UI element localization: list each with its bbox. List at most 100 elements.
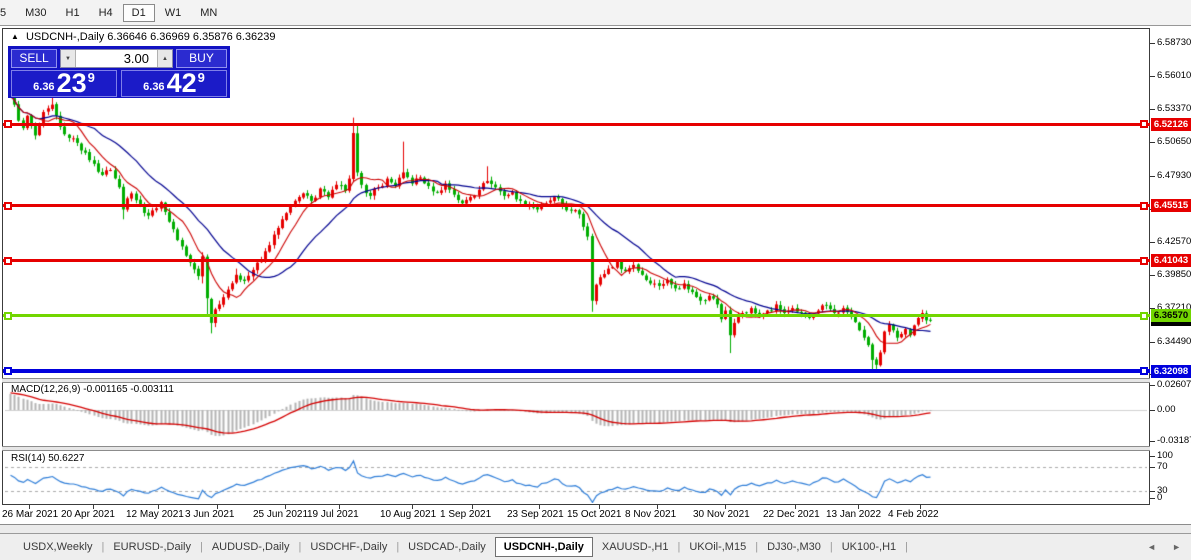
sell-price-sup: 9 xyxy=(87,70,95,85)
chart-tab[interactable]: UKOil-,M15 xyxy=(680,537,755,557)
horizontal-level-line[interactable] xyxy=(3,204,1150,207)
price-tick-label: 6.47930 xyxy=(1157,170,1191,181)
macd-tick-mark xyxy=(1150,385,1155,386)
tab-separator: | xyxy=(905,541,908,553)
price-tick-label: 6.34490 xyxy=(1157,336,1191,347)
rsi-tick-label: 0 xyxy=(1157,492,1163,503)
date-tick-label: 25 Jun 2021 xyxy=(253,509,309,520)
price-tick-label: 6.50650 xyxy=(1157,136,1191,147)
horizontal-level-line[interactable] xyxy=(3,369,1150,373)
level-price-badge: 6.36570 xyxy=(1151,309,1191,322)
collapse-icon[interactable]: ▲ xyxy=(11,32,19,41)
macd-panel-canvas[interactable] xyxy=(5,383,1147,446)
macd-tick-label: 0.02607 xyxy=(1157,379,1191,390)
timeframe-button-h1[interactable]: H1 xyxy=(57,4,89,22)
chart-tab[interactable]: AUDUSD-,Daily xyxy=(203,537,299,557)
price-tick-mark xyxy=(1150,109,1155,110)
rsi-panel-canvas[interactable] xyxy=(5,451,1147,503)
chart-tab[interactable]: USDCHF-,Daily xyxy=(301,537,396,557)
timeframe-toolbar: 5 M30 H1 H4 D1 W1 MN xyxy=(0,0,1191,26)
chevron-up-icon: ▲ xyxy=(162,55,168,62)
date-tick-label: 4 Feb 2022 xyxy=(888,509,939,520)
horizontal-level-line[interactable] xyxy=(3,123,1150,126)
sell-price-display[interactable]: 6.36 23 9 xyxy=(11,70,117,97)
date-tick-label: 10 Aug 2021 xyxy=(380,509,437,520)
chart-tab[interactable]: USDX,Weekly xyxy=(14,537,101,557)
date-tick-label: 20 Apr 2021 xyxy=(61,509,115,520)
price-tick-mark xyxy=(1150,342,1155,343)
date-tick-label: 1 Sep 2021 xyxy=(440,509,492,520)
level-line-handle[interactable] xyxy=(4,120,12,128)
tab-scroll-left-icon[interactable]: ◄ xyxy=(1147,542,1156,552)
chart-tab[interactable]: USDCNH-,Daily xyxy=(494,537,593,557)
chart-symbol-label: USDCNH-,Daily xyxy=(25,31,105,43)
level-line-handle[interactable] xyxy=(1140,120,1148,128)
sell-price-big: 23 xyxy=(56,68,87,98)
timeframe-button-m30[interactable]: M30 xyxy=(16,4,55,22)
price-tick-label: 6.42570 xyxy=(1157,236,1191,247)
rsi-tick-mark xyxy=(1150,498,1155,499)
buy-button[interactable]: BUY xyxy=(176,49,227,68)
price-tick-mark xyxy=(1150,142,1155,143)
date-tick-label: 26 Mar 2021 xyxy=(2,509,59,520)
sell-price-prefix: 6.36 xyxy=(33,81,55,93)
chart-tab[interactable]: USDCAD-,Daily xyxy=(399,537,495,557)
price-tick-mark xyxy=(1150,76,1155,77)
price-tick-label: 6.56010 xyxy=(1157,70,1191,81)
price-tick-label: 6.39850 xyxy=(1157,269,1191,280)
buy-price-sup: 9 xyxy=(197,70,205,85)
date-tick-label: 8 Nov 2021 xyxy=(625,509,677,520)
tab-scroll-right-icon[interactable]: ► xyxy=(1172,542,1181,552)
chart-tab[interactable]: EURUSD-,Daily xyxy=(104,537,200,557)
level-line-handle[interactable] xyxy=(4,202,12,210)
volume-input[interactable]: 3.00 xyxy=(76,50,157,67)
volume-decrease-button[interactable]: ▼ xyxy=(61,50,76,67)
rsi-tick-label: 100 xyxy=(1157,450,1173,461)
rsi-tick-mark xyxy=(1150,456,1155,457)
date-tick-label: 15 Oct 2021 xyxy=(567,509,622,520)
sell-button[interactable]: SELL xyxy=(11,49,57,68)
level-line-handle[interactable] xyxy=(4,257,12,265)
level-price-badge: 6.52126 xyxy=(1151,118,1191,131)
macd-tick-label: -0.03187 xyxy=(1157,435,1191,446)
buy-price-prefix: 6.36 xyxy=(143,81,165,93)
timeframe-button-mn[interactable]: MN xyxy=(191,4,226,22)
price-tick-mark xyxy=(1150,176,1155,177)
price-tick-mark xyxy=(1150,43,1155,44)
one-click-trading-panel: SELL ▼ 3.00 ▲ BUY 6.36 23 9 6.36 42 9 xyxy=(8,46,230,98)
price-tick-mark xyxy=(1150,242,1155,243)
timeframe-button-5[interactable]: 5 xyxy=(0,4,15,22)
volume-increase-button[interactable]: ▲ xyxy=(157,50,172,67)
chart-tab[interactable]: DJ30-,M30 xyxy=(758,537,830,557)
timeframe-button-w1[interactable]: W1 xyxy=(156,4,191,22)
rsi-indicator-label: RSI(14) 50.6227 xyxy=(11,453,85,464)
level-line-handle[interactable] xyxy=(1140,202,1148,210)
chevron-down-icon: ▼ xyxy=(65,55,71,62)
window-lower-band xyxy=(0,524,1191,533)
level-line-handle[interactable] xyxy=(1140,312,1148,320)
price-tick-label: 6.58730 xyxy=(1157,37,1191,48)
date-tick-label: 13 Jan 2022 xyxy=(826,509,882,520)
level-line-handle[interactable] xyxy=(1140,257,1148,265)
macd-tick-mark xyxy=(1150,410,1155,411)
timeframe-button-h4[interactable]: H4 xyxy=(90,4,122,22)
rsi-tick-label: 70 xyxy=(1157,461,1168,472)
level-line-handle[interactable] xyxy=(4,367,12,375)
price-tick-mark xyxy=(1150,275,1155,276)
horizontal-level-line[interactable] xyxy=(3,259,1150,262)
level-line-handle[interactable] xyxy=(4,312,12,320)
chart-ohlc-values: 6.36646 6.36969 6.35876 6.36239 xyxy=(107,31,276,43)
chart-tab-bar: USDX,Weekly | EURUSD-,Daily | AUDUSD-,Daily |… xyxy=(0,533,1191,560)
level-price-badge: 6.41043 xyxy=(1151,254,1191,267)
chart-title: ▲ USDCNH-,Daily 6.36646 6.36969 6.35876 … xyxy=(11,31,276,43)
horizontal-level-line[interactable] xyxy=(3,314,1150,317)
chart-tab[interactable]: XAUUSD-,H1 xyxy=(593,537,678,557)
date-tick-label: 30 Nov 2021 xyxy=(693,509,750,520)
timeframe-button-d1[interactable]: D1 xyxy=(122,3,155,22)
level-price-badge: 6.32098 xyxy=(1151,365,1191,378)
trading-terminal: 5 M30 H1 H4 D1 W1 MN 6.58730 6.56010 6.53370 6.50… xyxy=(0,0,1191,560)
buy-price-display[interactable]: 6.36 42 9 xyxy=(121,70,227,97)
chart-tab[interactable]: UK100-,H1 xyxy=(833,537,905,557)
level-line-handle[interactable] xyxy=(1140,367,1148,375)
level-price-badge: 6.45515 xyxy=(1151,199,1191,212)
